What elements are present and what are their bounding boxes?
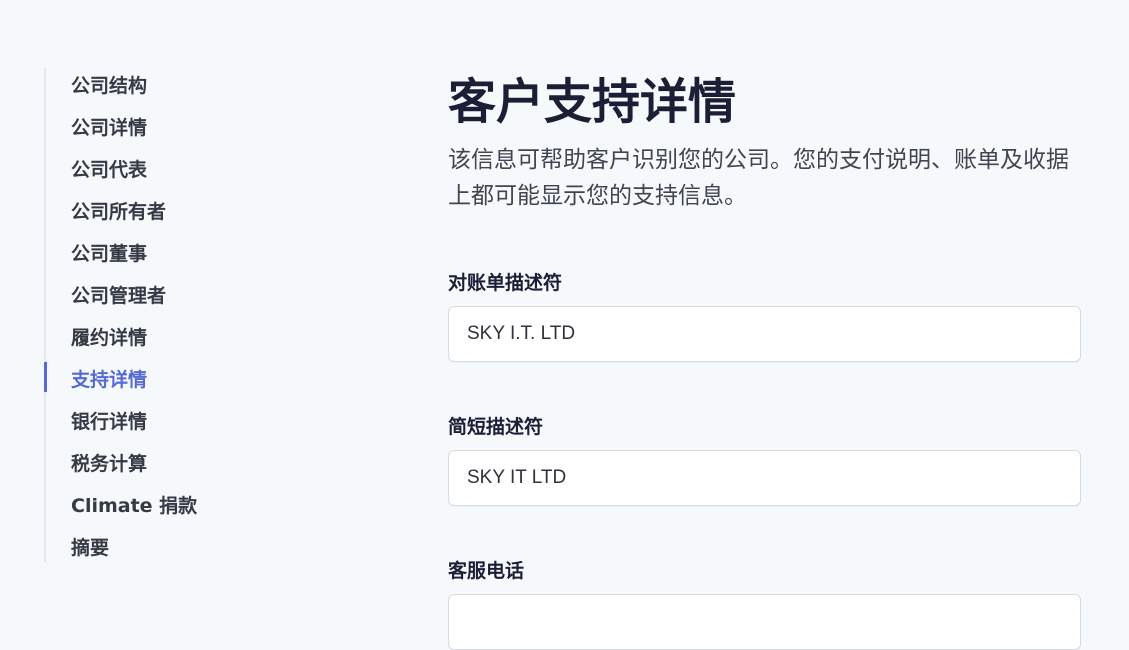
sidebar-item-climate-contribution[interactable]: Climate 捐款 (46, 488, 284, 530)
onboarding-sidebar: 公司结构 公司详情 公司代表 公司所有者 公司董事 公司管理者 履约详情 支持详… (44, 68, 284, 562)
support-phone-input[interactable] (448, 594, 1081, 650)
sidebar-item-tax-calculation[interactable]: 税务计算 (46, 446, 284, 488)
page-description: 该信息可帮助客户识别您的公司。您的支付说明、账单及收据上都可能显示您的支持信息。 (448, 147, 1069, 209)
short-descriptor-input[interactable] (448, 450, 1081, 506)
sidebar-item-summary[interactable]: 摘要 (46, 530, 284, 572)
sidebar-item-bank-details[interactable]: 银行详情 (46, 404, 284, 446)
sidebar-item-company-executives[interactable]: 公司管理者 (46, 278, 284, 320)
support-details-form: 客户支持详情 该信息可帮助客户识别您的公司。您的支付说明、账单及收据上都可能显示… (448, 70, 1081, 650)
page-title: 客户支持详情 (448, 74, 737, 130)
sidebar-item-company-owners[interactable]: 公司所有者 (46, 194, 284, 236)
support-phone-label: 客服电话 (448, 560, 525, 582)
support-phone-field: 客服电话 (448, 558, 1081, 650)
sidebar-item-company-structure[interactable]: 公司结构 (46, 68, 284, 110)
sidebar-item-fulfillment-details[interactable]: 履约详情 (46, 320, 284, 362)
sidebar-item-support-details[interactable]: 支持详情 (44, 362, 284, 404)
statement-descriptor-label: 对账单描述符 (448, 272, 563, 294)
statement-descriptor-input[interactable] (448, 306, 1081, 362)
statement-descriptor-field: 对账单描述符 (448, 270, 1081, 362)
sidebar-item-company-representative[interactable]: 公司代表 (46, 152, 284, 194)
sidebar-item-company-details[interactable]: 公司详情 (46, 110, 284, 152)
sidebar-item-company-directors[interactable]: 公司董事 (46, 236, 284, 278)
short-descriptor-label: 简短描述符 (448, 416, 544, 438)
short-descriptor-field: 简短描述符 (448, 414, 1081, 506)
